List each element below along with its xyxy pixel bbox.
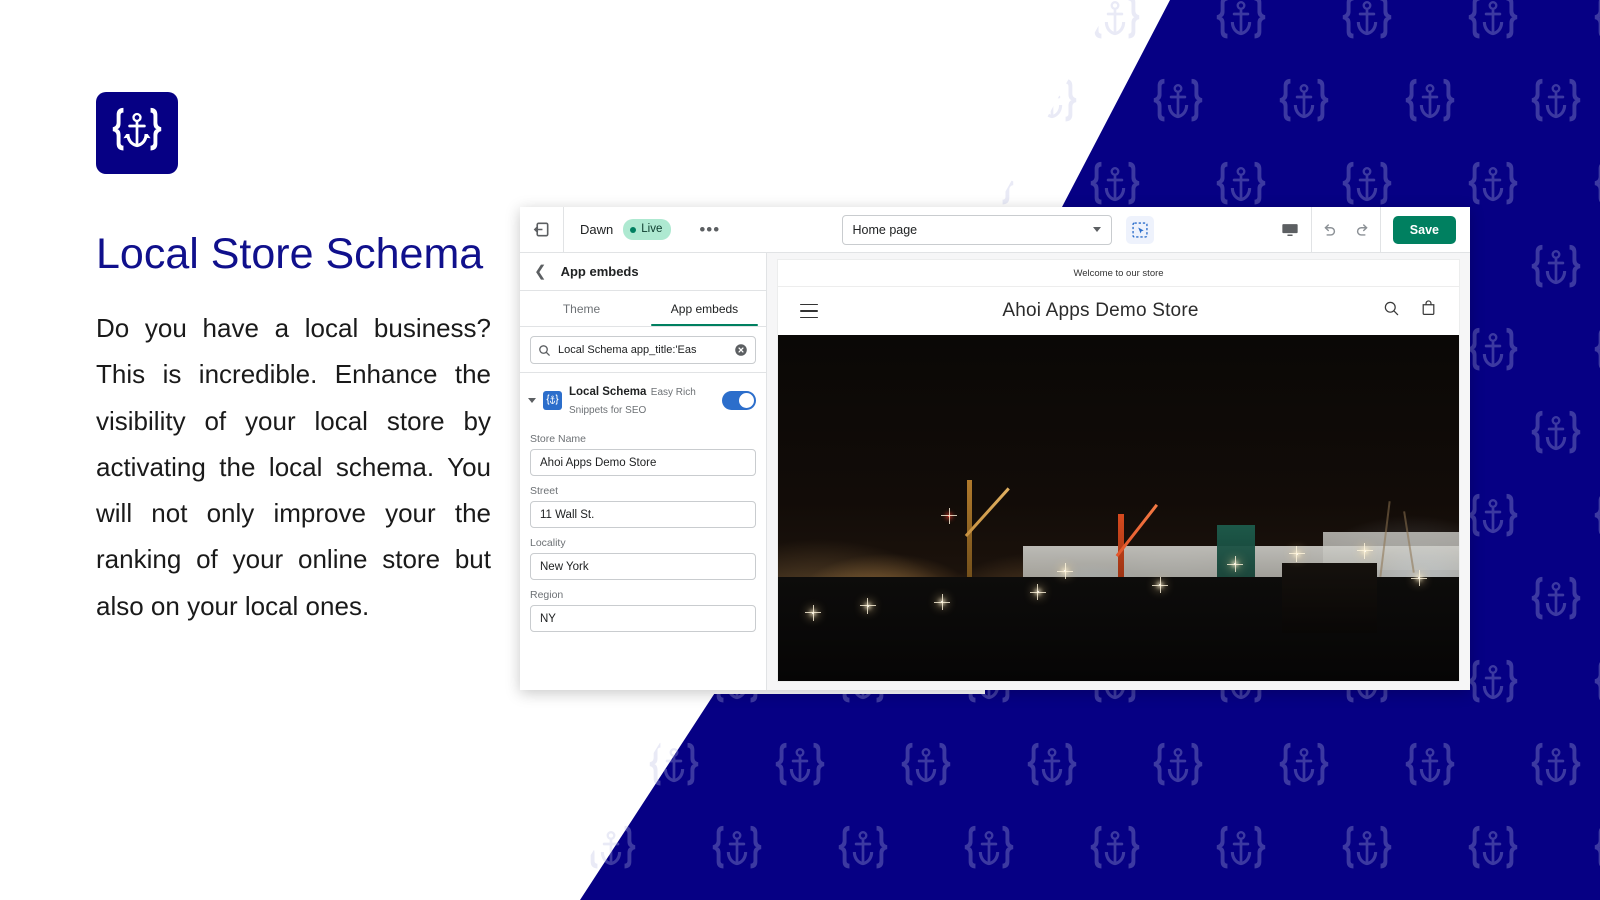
search-icon	[538, 344, 551, 357]
app-embed-settings-fields: Store Name Ahoi Apps Demo Store Street 1…	[520, 427, 766, 651]
hero-light	[1356, 542, 1373, 559]
search-input-value: Local Schema app_title:'Eas	[558, 344, 697, 356]
hero-warning-light	[941, 507, 958, 524]
caret-down-icon[interactable]	[528, 397, 536, 403]
hero-superstructure	[1281, 563, 1378, 633]
field-label: Store Name	[530, 433, 587, 445]
desktop-monitor-icon[interactable]	[1269, 207, 1311, 253]
region-input[interactable]: NY	[530, 605, 756, 632]
storefront-store-name: Ahoi Apps Demo Store	[1002, 300, 1199, 321]
street-input[interactable]: 11 Wall St.	[530, 501, 756, 528]
page-title: Local Store Schema	[96, 230, 484, 278]
live-status-text: Live	[641, 222, 663, 235]
hamburger-menu-icon[interactable]	[800, 304, 818, 318]
hero-light	[805, 604, 822, 621]
field-label: Locality	[530, 537, 566, 549]
storefront-header-actions	[1383, 300, 1437, 322]
search-input[interactable]: Local Schema app_title:'Eas	[530, 336, 756, 364]
field-label: Street	[530, 485, 559, 497]
app-embed-local-schema-row[interactable]: Local Schema Easy Rich Snippets for SEO	[520, 372, 766, 427]
sidebar-header: ❮ App embeds	[520, 253, 766, 291]
tab-app-embeds[interactable]: App embeds	[643, 291, 766, 326]
exit-editor-button[interactable]	[520, 207, 564, 253]
storefront-preview-pane: Welcome to our store Ahoi Apps Demo Stor…	[767, 253, 1470, 690]
navy-bottom-diagonal-shape	[580, 685, 1600, 900]
field-label: Region	[530, 589, 564, 601]
app-embed-name: Local Schema	[569, 386, 647, 398]
editor-toolbar: Dawn Live ••• Home page Save	[520, 207, 1470, 253]
app-embed-toggle[interactable]	[722, 390, 756, 410]
toolbar-divider	[1379, 207, 1381, 253]
field-store-name: Store Name Ahoi Apps Demo Store	[530, 433, 756, 476]
announcement-bar: Welcome to our store	[778, 260, 1459, 287]
live-status-dot	[630, 226, 637, 233]
sidebar-tabs: Theme App embeds	[520, 291, 766, 327]
shopping-bag-icon[interactable]	[1420, 300, 1437, 322]
theme-meta-group: Dawn Live •••	[564, 217, 726, 242]
redo-arrow-icon[interactable]	[1346, 207, 1380, 253]
field-street: Street 11 Wall St.	[530, 485, 756, 528]
page-description: Do you have a local business? This is in…	[96, 313, 491, 621]
clear-circle-icon[interactable]	[734, 343, 748, 357]
section-select-icon[interactable]	[1125, 215, 1154, 244]
anchor-braces-logo-icon	[96, 92, 178, 174]
app-embeds-sidebar: ❮ App embeds Theme App embeds Local Sche…	[520, 253, 767, 690]
sidebar-title: App embeds	[560, 264, 639, 279]
chevron-left-icon[interactable]: ❮	[534, 264, 547, 279]
field-locality: Locality New York	[530, 537, 756, 580]
store-name-input[interactable]: Ahoi Apps Demo Store	[530, 449, 756, 476]
search-icon[interactable]	[1383, 300, 1400, 322]
hero-crane-red	[1105, 453, 1187, 598]
field-region: Region NY	[530, 589, 756, 632]
save-button[interactable]: Save	[1392, 215, 1456, 244]
hero-banner-image	[778, 335, 1459, 681]
hero-crane-yellow	[955, 432, 1044, 592]
tab-theme[interactable]: Theme	[520, 291, 643, 326]
storefront-preview-frame: Welcome to our store Ahoi Apps Demo Stor…	[777, 259, 1460, 682]
storefront-header: Ahoi Apps Demo Store	[778, 287, 1459, 335]
hero-light	[859, 597, 876, 614]
live-status-badge: Live	[623, 218, 672, 241]
undo-arrow-icon[interactable]	[1312, 207, 1346, 253]
anchor-braces-app-icon	[543, 390, 562, 410]
page-selector-value: Home page	[852, 222, 918, 237]
chevron-down-icon	[1092, 227, 1101, 232]
theme-editor-window: Dawn Live ••• Home page Save ❮ App embed…	[520, 207, 1470, 690]
editor-body: ❮ App embeds Theme App embeds Local Sche…	[520, 253, 1470, 690]
hero-light	[1288, 545, 1305, 562]
theme-name-label: Dawn	[580, 222, 614, 237]
marketing-column: Local Store Schema Do you have a local b…	[96, 92, 526, 629]
sidebar-search-wrap: Local Schema app_title:'Eas	[520, 327, 766, 372]
toolbar-center-group: Home page	[726, 214, 1269, 245]
more-options-button[interactable]: •••	[693, 217, 726, 242]
app-embed-text: Local Schema Easy Rich Snippets for SEO	[569, 382, 715, 418]
locality-input[interactable]: New York	[530, 553, 756, 580]
toolbar-right-group: Save	[1269, 207, 1464, 253]
hero-light	[1029, 584, 1046, 601]
page-selector-dropdown[interactable]: Home page	[841, 214, 1112, 245]
history-buttons-group	[1312, 207, 1380, 253]
